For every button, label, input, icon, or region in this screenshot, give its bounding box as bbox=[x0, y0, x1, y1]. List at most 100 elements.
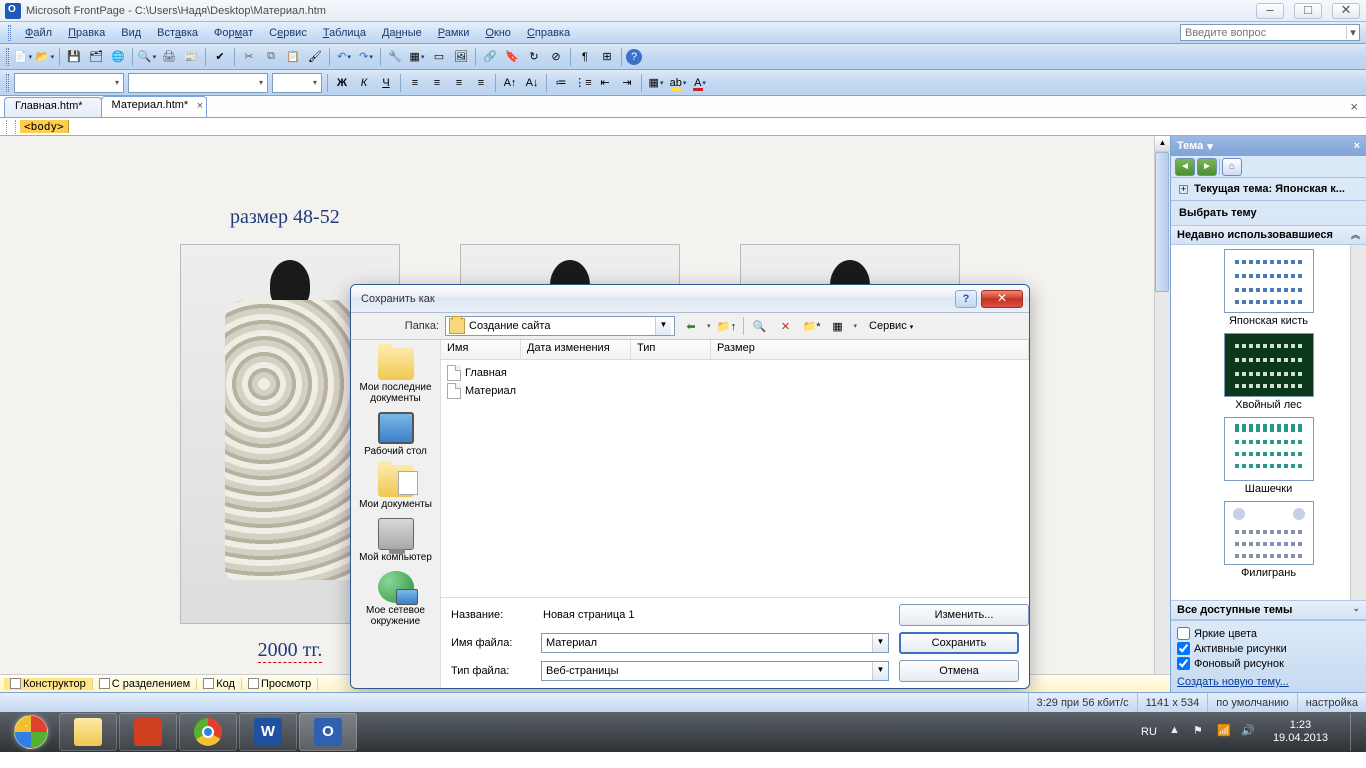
bold-button[interactable]: Ж bbox=[332, 73, 352, 93]
volume-icon[interactable]: 🔊 bbox=[1241, 724, 1257, 740]
task-powerpoint[interactable] bbox=[119, 713, 177, 751]
menubar-handle[interactable] bbox=[8, 25, 11, 41]
table-insert-button[interactable]: ▦ bbox=[407, 47, 427, 67]
redo-button[interactable]: ↷ bbox=[356, 47, 376, 67]
scroll-up-button[interactable]: ▲ bbox=[1155, 136, 1170, 152]
italic-button[interactable]: К bbox=[354, 73, 374, 93]
task-chrome[interactable] bbox=[179, 713, 237, 751]
font-select[interactable] bbox=[128, 73, 268, 93]
web-component-button[interactable]: 🔧 bbox=[385, 47, 405, 67]
help-question-input[interactable] bbox=[1181, 27, 1346, 39]
fontsize-select[interactable] bbox=[272, 73, 322, 93]
clock[interactable]: 1:23 19.04.2013 bbox=[1265, 719, 1336, 745]
menu-view[interactable]: Вид bbox=[113, 25, 149, 41]
format-painter-button[interactable]: 🖌 bbox=[305, 47, 325, 67]
task-frontpage[interactable]: O bbox=[299, 713, 357, 751]
new-theme-link[interactable]: Создать новую тему... bbox=[1177, 676, 1289, 688]
show-all-button[interactable]: ¶ bbox=[575, 47, 595, 67]
cancel-button[interactable]: Отмена bbox=[899, 660, 1019, 682]
status-setting[interactable]: настройка bbox=[1297, 693, 1366, 712]
col-modified[interactable]: Дата изменения bbox=[521, 340, 631, 359]
menu-window[interactable]: Окно bbox=[477, 25, 519, 41]
font-color-button[interactable]: A bbox=[690, 73, 710, 93]
panel-dropdown-icon[interactable]: ▾ bbox=[1207, 140, 1213, 153]
filetype-select[interactable]: ▼ bbox=[541, 661, 889, 681]
theme-scrollbar[interactable] bbox=[1350, 245, 1366, 600]
menu-data[interactable]: Данные bbox=[374, 25, 430, 41]
network-icon[interactable]: 📶 bbox=[1217, 724, 1233, 740]
theme-panel-header[interactable]: Тема ▾ × bbox=[1171, 136, 1366, 156]
start-button[interactable] bbox=[4, 713, 58, 751]
picture-button[interactable]: 🖼 bbox=[451, 47, 471, 67]
align-left-button[interactable]: ≡ bbox=[405, 73, 425, 93]
tab-close-icon[interactable]: × bbox=[197, 100, 203, 112]
theme-item[interactable]: Японская кисть bbox=[1175, 249, 1362, 327]
panel-close-icon[interactable]: × bbox=[1354, 140, 1360, 152]
align-justify-button[interactable]: ≡ bbox=[471, 73, 491, 93]
active-graphics-checkbox[interactable]: Активные рисунки bbox=[1177, 642, 1360, 655]
task-word[interactable]: W bbox=[239, 713, 297, 751]
menu-frames[interactable]: Рамки bbox=[430, 25, 478, 41]
back-button[interactable]: ⬅ bbox=[681, 316, 701, 336]
open-button[interactable]: 📂 bbox=[35, 47, 55, 67]
document-tab[interactable]: Материал.htm* × bbox=[101, 96, 208, 117]
style-select[interactable] bbox=[14, 73, 124, 93]
publish-button[interactable]: 🌐 bbox=[108, 47, 128, 67]
file-item[interactable]: Материал bbox=[445, 382, 1025, 400]
quick-tag-handle[interactable] bbox=[6, 120, 16, 134]
scroll-thumb[interactable] bbox=[1155, 152, 1169, 292]
place-computer[interactable]: Мой компьютер bbox=[351, 514, 440, 567]
expand-icon[interactable]: + bbox=[1179, 185, 1188, 194]
help-question-dropdown-icon[interactable]: ▾ bbox=[1346, 26, 1359, 39]
toolbar-handle[interactable] bbox=[6, 48, 9, 66]
col-name[interactable]: Имя bbox=[441, 340, 521, 359]
place-documents[interactable]: Мои документы bbox=[351, 461, 440, 514]
file-list[interactable]: Главная Материал bbox=[441, 360, 1029, 597]
layer-button[interactable]: ▭ bbox=[429, 47, 449, 67]
place-desktop[interactable]: Рабочий стол bbox=[351, 408, 440, 461]
help-button[interactable]: ? bbox=[626, 49, 642, 65]
menu-tools[interactable]: Сервис bbox=[261, 25, 315, 41]
align-center-button[interactable]: ≡ bbox=[427, 73, 447, 93]
save-button[interactable]: Сохранить bbox=[899, 632, 1019, 654]
nav-home-button[interactable]: ⌂ bbox=[1222, 158, 1242, 176]
service-menu[interactable]: Сервис ▾ bbox=[863, 318, 919, 334]
menu-help[interactable]: Справка bbox=[519, 25, 578, 41]
dialog-titlebar[interactable]: Сохранить как ? ✕ bbox=[351, 285, 1029, 313]
refresh-button[interactable]: ↻ bbox=[524, 47, 544, 67]
help-question-box[interactable]: ▾ bbox=[1180, 24, 1360, 41]
highlight-button[interactable]: ab bbox=[668, 73, 688, 93]
folder-dropdown-icon[interactable]: ▼ bbox=[655, 317, 671, 335]
dialog-help-button[interactable]: ? bbox=[955, 290, 977, 308]
filetype-dropdown-icon[interactable]: ▼ bbox=[872, 662, 888, 680]
background-graphic-checkbox[interactable]: Фоновый рисунок bbox=[1177, 657, 1360, 670]
spellcheck-button[interactable]: ✔ bbox=[210, 47, 230, 67]
menu-table[interactable]: Таблица bbox=[315, 25, 374, 41]
theme-item[interactable]: Филигрань bbox=[1175, 501, 1362, 579]
decrease-font-button[interactable]: A↓ bbox=[522, 73, 542, 93]
maximize-button[interactable] bbox=[1294, 3, 1322, 19]
col-type[interactable]: Тип bbox=[631, 340, 711, 359]
bullet-list-button[interactable]: ⋮≡ bbox=[573, 73, 593, 93]
document-area[interactable]: размер 48-52 2000 тг. 1500 тг. 3000 тг. … bbox=[0, 136, 1170, 692]
quick-tag-body[interactable]: <body> bbox=[20, 120, 69, 133]
view-code-button[interactable]: Код bbox=[197, 678, 242, 690]
file-item[interactable]: Главная bbox=[445, 364, 1025, 382]
filename-input[interactable] bbox=[542, 637, 872, 649]
theme-item[interactable]: Хвойный лес bbox=[1175, 333, 1362, 411]
save-button[interactable]: 💾 bbox=[64, 47, 84, 67]
status-mode[interactable]: по умолчанию bbox=[1207, 693, 1296, 712]
col-size[interactable]: Размер bbox=[711, 340, 1029, 359]
new-folder-button[interactable]: 📁* bbox=[802, 316, 822, 336]
borders-button[interactable]: ▦ bbox=[646, 73, 666, 93]
view-design-button[interactable]: Конструктор bbox=[4, 678, 93, 690]
task-explorer[interactable] bbox=[59, 713, 117, 751]
bright-colors-checkbox[interactable]: Яркие цвета bbox=[1177, 627, 1360, 640]
language-indicator[interactable]: RU bbox=[1137, 724, 1161, 740]
up-folder-button[interactable]: 📁↑ bbox=[717, 316, 737, 336]
minimize-button[interactable] bbox=[1256, 3, 1284, 19]
nav-back-button[interactable]: ◄ bbox=[1175, 158, 1195, 176]
current-theme-row[interactable]: + Текущая тема: Японская к... bbox=[1171, 178, 1366, 201]
menu-insert[interactable]: Вставка bbox=[149, 25, 206, 41]
document-tab[interactable]: Главная.htm* bbox=[4, 97, 102, 117]
